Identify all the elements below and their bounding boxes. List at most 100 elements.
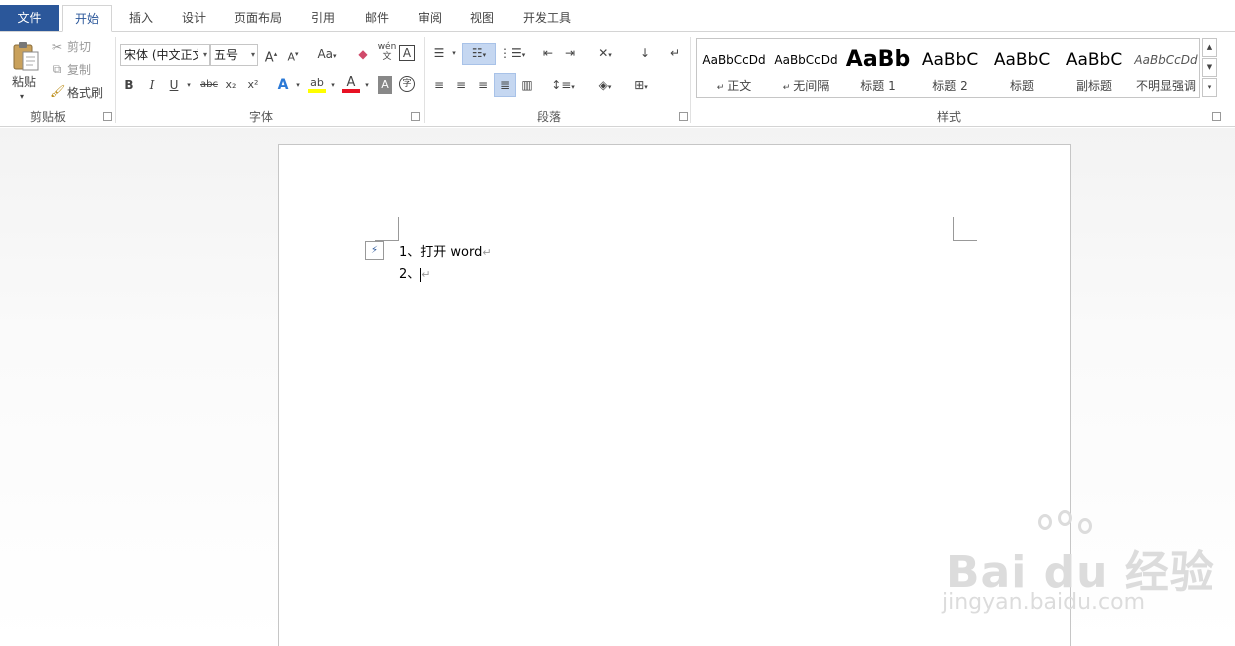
enclose-characters-glyph: 字 — [402, 79, 412, 89]
bullets-icon[interactable]: ☰ — [430, 44, 448, 62]
clipboard-launcher-icon[interactable] — [103, 112, 112, 121]
justify-button[interactable]: ≣ — [494, 73, 516, 97]
chinese-layout-icon[interactable]: ✕▾ — [591, 44, 619, 64]
character-border-icon[interactable]: A — [399, 45, 415, 61]
shading-icon[interactable]: ◈▾ — [590, 76, 620, 96]
tab-mailings[interactable]: 邮件 — [353, 5, 401, 32]
font-group-label: 字体 — [249, 110, 274, 124]
styles-launcher-icon[interactable] — [1212, 112, 1221, 121]
bold-button[interactable]: B — [122, 76, 136, 94]
tab-file[interactable]: 文件 — [0, 5, 59, 32]
decrease-indent-icon[interactable]: ⇤ — [539, 44, 557, 62]
gallery-scroll-down-icon[interactable]: ▼ — [1202, 58, 1217, 77]
style-heading-1[interactable]: AaBb 标题 1 — [843, 41, 913, 96]
enclose-characters-icon[interactable]: 字 — [399, 76, 415, 92]
style-normal[interactable]: AaBbCcDd ↵ 正文 — [699, 41, 769, 96]
format-painter-icon: 🖌 — [50, 84, 66, 98]
group-divider — [115, 37, 116, 123]
styles-group-label: 样式 — [937, 110, 962, 124]
watermark-url: jingyan.baidu.com — [942, 590, 1146, 615]
tab-references[interactable]: 引用 — [299, 5, 347, 32]
highlight-icon[interactable]: ab — [308, 74, 326, 93]
numbering-icon: ☷ — [471, 46, 483, 60]
change-case-icon[interactable]: Aa▾ — [312, 45, 342, 65]
tab-page-layout[interactable]: 页面布局 — [222, 5, 294, 32]
text-effects-dropdown-icon[interactable]: ▾ — [293, 76, 303, 94]
style-preview: AaBbC — [993, 50, 1051, 70]
highlight-dropdown-icon[interactable]: ▾ — [328, 76, 338, 94]
watermark: Bai du 经验 jingyan.baidu.com — [940, 510, 1214, 620]
align-center-icon[interactable]: ≡ — [452, 76, 470, 94]
font-size-combo[interactable]: 五号 ▾ — [210, 44, 258, 66]
group-divider — [424, 37, 425, 123]
document-line-text: 1、打开 word — [399, 245, 483, 260]
justify-icon: ≣ — [499, 78, 511, 92]
sort-icon[interactable]: ↓ — [636, 44, 654, 62]
style-heading-2[interactable]: AaBbC 标题 2 — [915, 41, 985, 96]
style-name: 标题 1 — [860, 79, 896, 93]
paste-dropdown-icon[interactable]: ▾ — [20, 88, 24, 106]
increase-indent-icon[interactable]: ⇥ — [561, 44, 579, 62]
paw-icon — [1038, 514, 1052, 530]
format-painter-button[interactable]: 格式刷 — [67, 83, 103, 103]
font-color-dropdown-icon[interactable]: ▾ — [362, 76, 372, 94]
bullets-dropdown-icon[interactable]: ▾ — [449, 44, 459, 62]
style-title[interactable]: AaBbC 标题 — [987, 41, 1057, 96]
chevron-down-icon: ▾ — [250, 50, 255, 59]
clear-formatting-icon[interactable]: ◆ — [354, 45, 372, 63]
style-name: 标题 — [1009, 79, 1034, 93]
highlight-glyph: ab — [310, 76, 324, 89]
superscript-button[interactable]: x² — [245, 76, 261, 94]
borders-icon[interactable]: ⊞▾ — [626, 76, 656, 96]
shrink-font-icon[interactable]: A▾ — [286, 45, 300, 67]
gallery-more-icon[interactable]: ▾ — [1202, 78, 1217, 97]
document-line-2[interactable]: 2、↵ — [399, 263, 431, 282]
group-divider — [690, 37, 691, 123]
autocorrect-options-icon[interactable]: ⚡ — [365, 241, 384, 260]
subscript-button[interactable]: x₂ — [223, 76, 239, 94]
cut-button[interactable]: 剪切 — [67, 37, 91, 57]
style-no-spacing[interactable]: AaBbCcDd ↵ 无间隔 — [771, 41, 841, 96]
tab-home[interactable]: 开始 — [62, 5, 113, 32]
underline-dropdown-icon[interactable]: ▾ — [184, 76, 194, 94]
text-effects-icon[interactable]: A — [276, 76, 290, 94]
ribbon-home: 粘贴 ▾ ✂ 剪切 ⧉ 复制 🖌 格式刷 剪贴板 宋体 (中文正文 ▾ 五号 ▾… — [0, 31, 1235, 127]
document-line-1[interactable]: 1、打开 word↵ — [399, 241, 492, 260]
paw-icon — [1058, 510, 1072, 526]
list-number: 2、 — [399, 267, 421, 282]
tab-view[interactable]: 视图 — [458, 5, 506, 32]
tab-design[interactable]: 设计 — [170, 5, 218, 32]
font-color-icon[interactable]: A — [342, 74, 360, 93]
character-shading-icon[interactable]: A — [378, 76, 392, 94]
align-left-icon[interactable]: ≡ — [430, 76, 448, 94]
font-name-combo[interactable]: 宋体 (中文正文 ▾ — [120, 44, 210, 66]
underline-button[interactable]: U — [167, 76, 181, 94]
tab-developer[interactable]: 开发工具 — [511, 5, 583, 32]
align-right-icon[interactable]: ≡ — [474, 76, 492, 94]
style-name: ↵ 无间隔 — [782, 79, 830, 93]
show-formatting-marks-icon[interactable]: ↵ — [667, 44, 683, 62]
line-spacing-icon[interactable]: ↕≡▾ — [548, 76, 578, 96]
distributed-icon[interactable]: ▥ — [518, 76, 536, 94]
grow-font-icon[interactable]: A▴ — [264, 45, 278, 67]
italic-button[interactable]: I — [145, 76, 159, 94]
style-subtitle[interactable]: AaBbC 副标题 — [1059, 41, 1129, 96]
copy-button[interactable]: 复制 — [67, 60, 91, 80]
gallery-scroll-up-icon[interactable]: ▲ — [1202, 38, 1217, 57]
paste-icon[interactable] — [10, 40, 42, 72]
character-border-glyph: A — [402, 46, 412, 60]
numbering-button[interactable]: ☷▾ — [462, 43, 496, 65]
font-launcher-icon[interactable] — [411, 112, 420, 121]
style-subtle-emphasis[interactable]: AaBbCcDd 不明显强调 — [1131, 41, 1201, 96]
margin-corner-mark — [953, 217, 977, 241]
strikethrough-button[interactable]: abc — [198, 76, 220, 94]
phonetic-guide-icon[interactable]: wén 文 — [377, 42, 397, 62]
tab-review[interactable]: 审阅 — [406, 5, 454, 32]
paragraph-launcher-icon[interactable] — [679, 112, 688, 121]
style-name: ↵ 正文 — [716, 79, 752, 93]
multilevel-list-icon[interactable]: ⋮☰▾ — [499, 44, 525, 64]
shrink-font-glyph: A — [287, 50, 295, 64]
style-name-text: 无间隔 — [793, 79, 830, 93]
style-name-text: 正文 — [727, 79, 752, 93]
tab-insert[interactable]: 插入 — [117, 5, 165, 32]
